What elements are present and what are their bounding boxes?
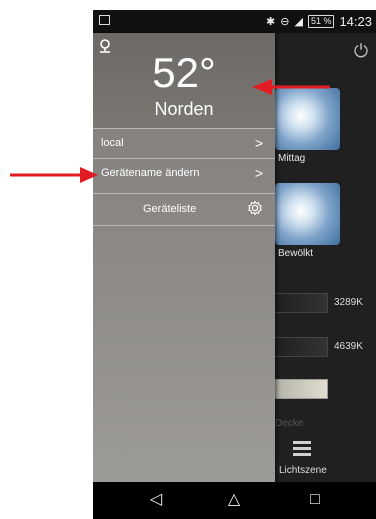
scene-tile-bewoelkt[interactable] <box>275 183 340 245</box>
back-icon[interactable]: ◁ <box>146 490 166 510</box>
light-scene-label[interactable]: Lichtszene <box>279 465 327 476</box>
battery-indicator: 51 % <box>307 15 335 28</box>
status-bar: ✱ ⊖ ◢ 51 % 14:23 <box>93 10 376 33</box>
signal-icon: ◢ <box>294 15 303 28</box>
menu-icon[interactable] <box>293 441 311 459</box>
chevron-right-icon: > <box>254 135 263 151</box>
recents-icon[interactable]: □ <box>305 490 325 510</box>
home-icon[interactable]: △ <box>224 490 244 510</box>
drawer-item-rename-device[interactable]: Gerätename ändern > <box>93 158 275 188</box>
gear-icon[interactable] <box>247 200 263 216</box>
status-icons: ✱ ⊖ ◢ 51 % 14:23 <box>266 14 372 29</box>
clock: 14:23 <box>339 14 372 29</box>
drawer-item-label: local <box>101 137 124 149</box>
dnd-icon: ⊖ <box>280 15 290 28</box>
power-icon[interactable]: ⏻ <box>351 41 371 61</box>
color-temp-value: 3289K <box>334 297 363 308</box>
scene-tile-label: Bewölkt <box>278 248 314 259</box>
room-label: Decke <box>275 418 304 429</box>
system-navigation-bar: ◁ △ □ <box>93 482 376 519</box>
annotation-arrow <box>10 167 98 183</box>
color-temp-value: 4639K <box>334 341 363 352</box>
annotation-arrow <box>252 79 330 95</box>
drawer-item-device-list[interactable]: Geräteliste <box>93 193 275 226</box>
scene-tile-label: Mittag <box>278 153 306 164</box>
device-list-label: Geräteliste <box>143 203 197 215</box>
drawer-item-local[interactable]: local > <box>93 128 275 158</box>
chevron-right-icon: > <box>254 165 263 181</box>
drawer-item-label: Gerätename ändern <box>101 167 200 179</box>
navigation-drawer: 52° Norden local > Gerätename ändern > G… <box>93 33 275 482</box>
bluetooth-icon: ✱ <box>266 15 276 28</box>
direction-label: Norden <box>154 99 214 119</box>
image-icon <box>99 15 110 25</box>
